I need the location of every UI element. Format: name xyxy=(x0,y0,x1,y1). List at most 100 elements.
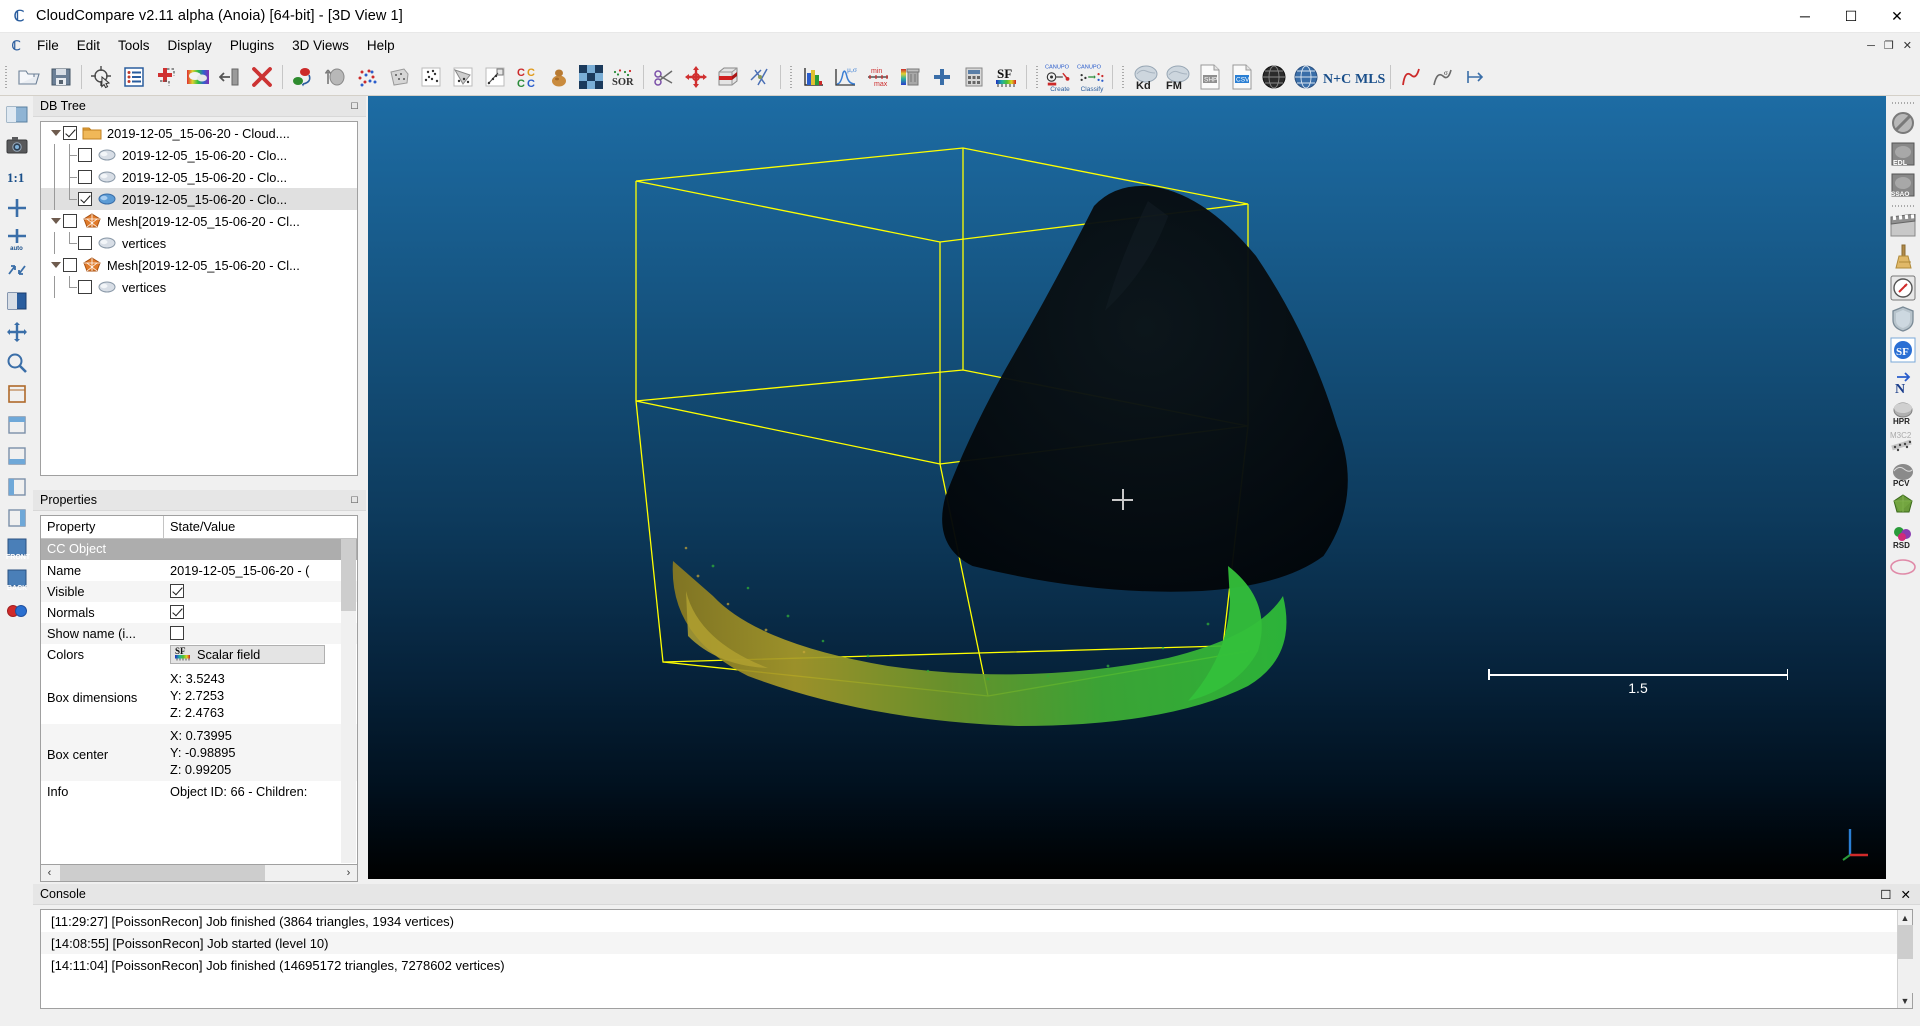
transform-tool-button[interactable] xyxy=(1459,61,1491,93)
property-row-info[interactable]: Info Object ID: 66 - Children: xyxy=(41,781,357,802)
poisson-recon-button[interactable] xyxy=(1888,490,1918,520)
property-row-colors[interactable]: Colors SF Scalar field xyxy=(41,644,357,667)
pick-rotation-center-button[interactable] xyxy=(2,255,31,284)
tree-checkbox[interactable] xyxy=(63,214,77,228)
menu-item-file[interactable]: File xyxy=(28,35,68,56)
maximize-button[interactable]: ☐ xyxy=(1828,0,1874,33)
snapshot-button[interactable] xyxy=(2,131,31,160)
open-file-button[interactable] xyxy=(13,61,45,93)
sf-calculator-button[interactable] xyxy=(958,61,990,93)
console-scroll-track[interactable] xyxy=(1898,925,1913,993)
scissors-segment-button[interactable] xyxy=(648,61,680,93)
db-tree-undock-icon[interactable]: ☐ xyxy=(348,100,361,113)
curve-stats-button[interactable]: σ xyxy=(1427,61,1459,93)
set-view-right-button[interactable] xyxy=(2,503,31,532)
scroll-right-arrow-icon[interactable]: › xyxy=(340,865,357,881)
hpr-button[interactable]: HPR xyxy=(1888,397,1918,427)
toggle-color-ramp-button[interactable] xyxy=(2,286,31,315)
console-scroll-thumb[interactable] xyxy=(1898,925,1913,959)
mls-smoothing-button[interactable]: MLS xyxy=(1354,61,1386,93)
properties-vertical-scrollbar[interactable] xyxy=(341,539,356,863)
tree-item-root-cloud[interactable]: 2019-12-05_15-06-20 - Cloud.... xyxy=(41,122,357,144)
toolbar-grip-2[interactable] xyxy=(788,64,795,90)
canupo-create-button[interactable]: CANUPO Create xyxy=(1044,61,1076,93)
cloud-cloud-dist-button[interactable] xyxy=(415,61,447,93)
property-row-show-name[interactable]: Show name (i... xyxy=(41,623,357,644)
db-tree-list[interactable]: 2019-12-05_15-06-20 - Cloud.... 2019-12-… xyxy=(40,121,358,476)
menu-item-tools[interactable]: Tools xyxy=(109,35,159,56)
tree-item-vertices-1[interactable]: vertices xyxy=(41,232,357,254)
toolbar-grip-4[interactable] xyxy=(1120,64,1127,90)
menu-item-plugins[interactable]: Plugins xyxy=(221,35,283,56)
properties-hscroll-thumb[interactable] xyxy=(60,865,265,881)
tree-item-vertices-2[interactable]: vertices xyxy=(41,276,357,298)
csv-export-button[interactable]: CSV xyxy=(1226,61,1258,93)
merge-clouds-button[interactable] xyxy=(319,61,351,93)
tree-checkbox[interactable] xyxy=(78,170,92,184)
kdtree-button[interactable]: Kd xyxy=(1130,61,1162,93)
show-name-checkbox[interactable] xyxy=(170,626,184,640)
3d-viewport[interactable]: 1.5 xyxy=(368,96,1886,879)
colors-rainbow-button[interactable] xyxy=(182,61,214,93)
delete-button[interactable] xyxy=(246,61,278,93)
property-row-box-dimensions[interactable]: Box dimensions X: 3.5243 Y: 2.7253 Z: 2.… xyxy=(41,667,357,724)
menu-item-edit[interactable]: Edit xyxy=(68,35,109,56)
shp-export-button[interactable]: SHP xyxy=(1194,61,1226,93)
tree-item-cloud-1[interactable]: 2019-12-05_15-06-20 - Clo... xyxy=(41,144,357,166)
expander-triangle-icon[interactable] xyxy=(48,122,63,144)
ssao-shader-button[interactable]: SSAO xyxy=(1888,170,1918,200)
expander-triangle-icon[interactable] xyxy=(48,254,63,276)
console-scroll-up-icon[interactable]: ▲ xyxy=(1898,910,1913,925)
tree-item-mesh-1[interactable]: Mesh[2019-12-05_15-06-20 - Cl... xyxy=(41,210,357,232)
tree-item-mesh-2[interactable]: Mesh[2019-12-05_15-06-20 - Cl... xyxy=(41,254,357,276)
set-view-back-button[interactable]: BACK xyxy=(2,565,31,594)
stereo-mode-button[interactable] xyxy=(2,596,31,625)
tree-checkbox[interactable] xyxy=(78,148,92,162)
properties-horizontal-scrollbar[interactable]: ‹ › xyxy=(40,864,358,882)
normals-to-dipdir-button[interactable]: N+C xyxy=(1322,61,1354,93)
normals-checkbox[interactable] xyxy=(170,605,184,619)
toolbar-grip[interactable] xyxy=(3,64,10,90)
viewport-scene[interactable]: 1.5 xyxy=(368,96,1886,879)
stats-mu-sigma-button[interactable]: μ,σ xyxy=(830,61,862,93)
pivot-center-button[interactable] xyxy=(2,317,31,346)
canupo-classify-button[interactable]: CANUPO Classify xyxy=(1076,61,1108,93)
properties-undock-icon[interactable]: ☐ xyxy=(348,494,361,507)
property-row-normals[interactable]: Normals xyxy=(41,602,357,623)
plane-fit-button[interactable] xyxy=(744,61,776,93)
console-vertical-scrollbar[interactable]: ▲ ▼ xyxy=(1897,910,1912,1008)
set-view-iso-button[interactable] xyxy=(2,379,31,408)
colors-combo[interactable]: SF Scalar field xyxy=(170,645,325,664)
properties-scroll-thumb[interactable] xyxy=(341,539,356,611)
delete-scalar-field-button[interactable] xyxy=(894,61,926,93)
cc-compare-button[interactable]: CCCC xyxy=(511,61,543,93)
subsample-button[interactable] xyxy=(351,61,383,93)
set-view-bottom-button[interactable] xyxy=(2,441,31,470)
gaussian-filter-button[interactable] xyxy=(543,61,575,93)
ellipse-fit-button[interactable] xyxy=(1888,552,1918,582)
globe-black-button[interactable] xyxy=(1258,61,1290,93)
mdi-minimize-button[interactable]: ─ xyxy=(1867,40,1875,52)
expander-triangle-icon[interactable] xyxy=(48,210,63,232)
histogram-button[interactable] xyxy=(798,61,830,93)
tree-checkbox[interactable] xyxy=(63,126,77,140)
pcv-button[interactable]: PCV xyxy=(1888,459,1918,489)
tree-item-cloud-3-selected[interactable]: 2019-12-05_15-06-20 - Clo... xyxy=(41,188,357,210)
mdi-close-button[interactable]: ✕ xyxy=(1903,39,1912,52)
facet-mesh-button[interactable]: FM xyxy=(1162,61,1194,93)
curve-tool-button[interactable] xyxy=(1395,61,1427,93)
menu-item-display[interactable]: Display xyxy=(159,35,221,56)
set-view-left-button[interactable] xyxy=(2,472,31,501)
tree-checkbox[interactable] xyxy=(78,280,92,294)
normals-north-button[interactable]: N xyxy=(1888,366,1918,396)
shield-qhull-button[interactable] xyxy=(1888,304,1918,334)
sf-gradient-button[interactable]: SF xyxy=(990,61,1022,93)
compute-distances-button[interactable] xyxy=(479,61,511,93)
tree-checkbox[interactable] xyxy=(78,236,92,250)
checkerboard-button[interactable] xyxy=(575,61,607,93)
no-shader-button[interactable] xyxy=(1888,108,1918,138)
m3c2-button[interactable]: M3C2 xyxy=(1888,428,1918,458)
console-close-icon[interactable]: ✕ xyxy=(1901,887,1911,902)
right-dock-grip-2[interactable] xyxy=(1892,203,1914,210)
globe-blue-button[interactable] xyxy=(1290,61,1322,93)
